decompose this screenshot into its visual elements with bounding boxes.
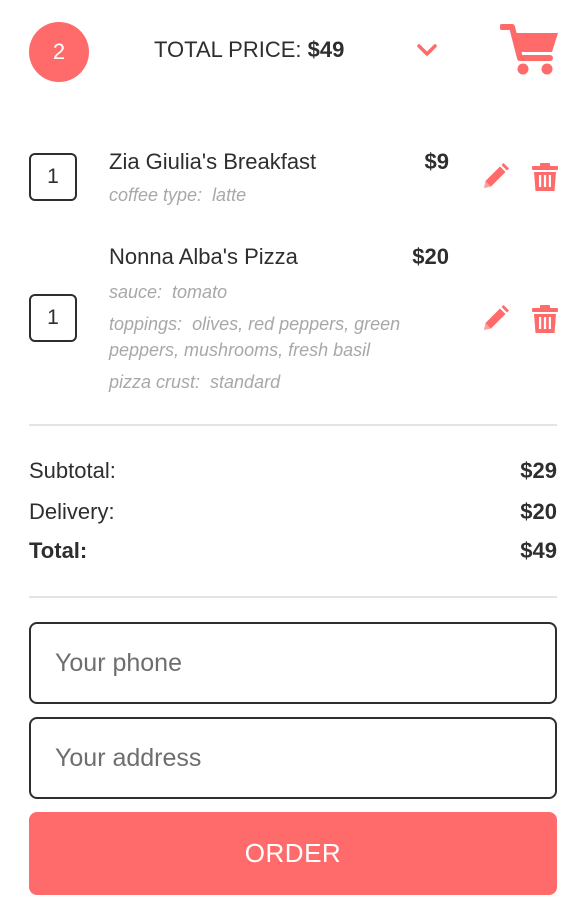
- option-value: latte: [212, 185, 247, 205]
- divider: [29, 424, 557, 426]
- quantity-field[interactable]: 1: [29, 294, 77, 342]
- option-key: toppings:: [109, 314, 183, 334]
- item-option: sauce: tomato: [109, 279, 439, 305]
- item-option: toppings: olives, red peppers, green pepp…: [109, 311, 439, 363]
- total-row: Total: $49: [29, 538, 557, 564]
- edit-icon[interactable]: [480, 162, 510, 192]
- option-key: sauce:: [109, 282, 163, 302]
- subtotal-label: Subtotal:: [29, 458, 116, 483]
- chevron-down-icon[interactable]: [412, 36, 442, 66]
- header-total-value: $49: [307, 37, 345, 62]
- edit-icon[interactable]: [480, 304, 510, 334]
- divider: [29, 596, 557, 598]
- option-key: coffee type:: [109, 185, 203, 205]
- item-count-badge: 2: [29, 22, 89, 82]
- total-label: Total:: [29, 538, 88, 563]
- phone-input[interactable]: [29, 622, 557, 704]
- option-value: tomato: [172, 282, 228, 302]
- item-name: Zia Giulia's Breakfast: [109, 149, 317, 174]
- address-input[interactable]: [29, 717, 557, 799]
- trash-icon[interactable]: [530, 304, 560, 334]
- cart-header: 2 TOTAL PRICE: $49: [0, 0, 588, 100]
- quantity-field[interactable]: 1: [29, 153, 77, 201]
- cart-item: 1 Nonna Alba's Pizza $20 sauce: tomato to…: [0, 236, 588, 406]
- subtotal-row: Subtotal: $29: [29, 458, 557, 484]
- trash-icon[interactable]: [530, 162, 560, 192]
- subtotal-value: $29: [520, 458, 557, 483]
- option-key: pizza crust:: [109, 372, 201, 392]
- item-price: $9: [424, 149, 449, 174]
- item-price: $20: [412, 244, 449, 269]
- item-name: Nonna Alba's Pizza: [109, 244, 298, 269]
- total-value: $49: [520, 538, 557, 563]
- delivery-label: Delivery:: [29, 499, 115, 524]
- shopping-cart-icon[interactable]: [500, 24, 560, 78]
- header-total-label: TOTAL PRICE:: [154, 37, 302, 62]
- cart-item: 1 Zia Giulia's Breakfast $9 coffee type:…: [0, 140, 588, 220]
- order-button[interactable]: ORDER: [29, 812, 557, 895]
- delivery-value: $20: [520, 499, 557, 524]
- item-option: pizza crust: standard: [109, 369, 439, 395]
- option-value: standard: [210, 372, 281, 392]
- delivery-row: Delivery: $20: [29, 499, 557, 525]
- header-total: TOTAL PRICE: $49: [154, 37, 344, 63]
- item-option: coffee type: latte: [109, 182, 439, 208]
